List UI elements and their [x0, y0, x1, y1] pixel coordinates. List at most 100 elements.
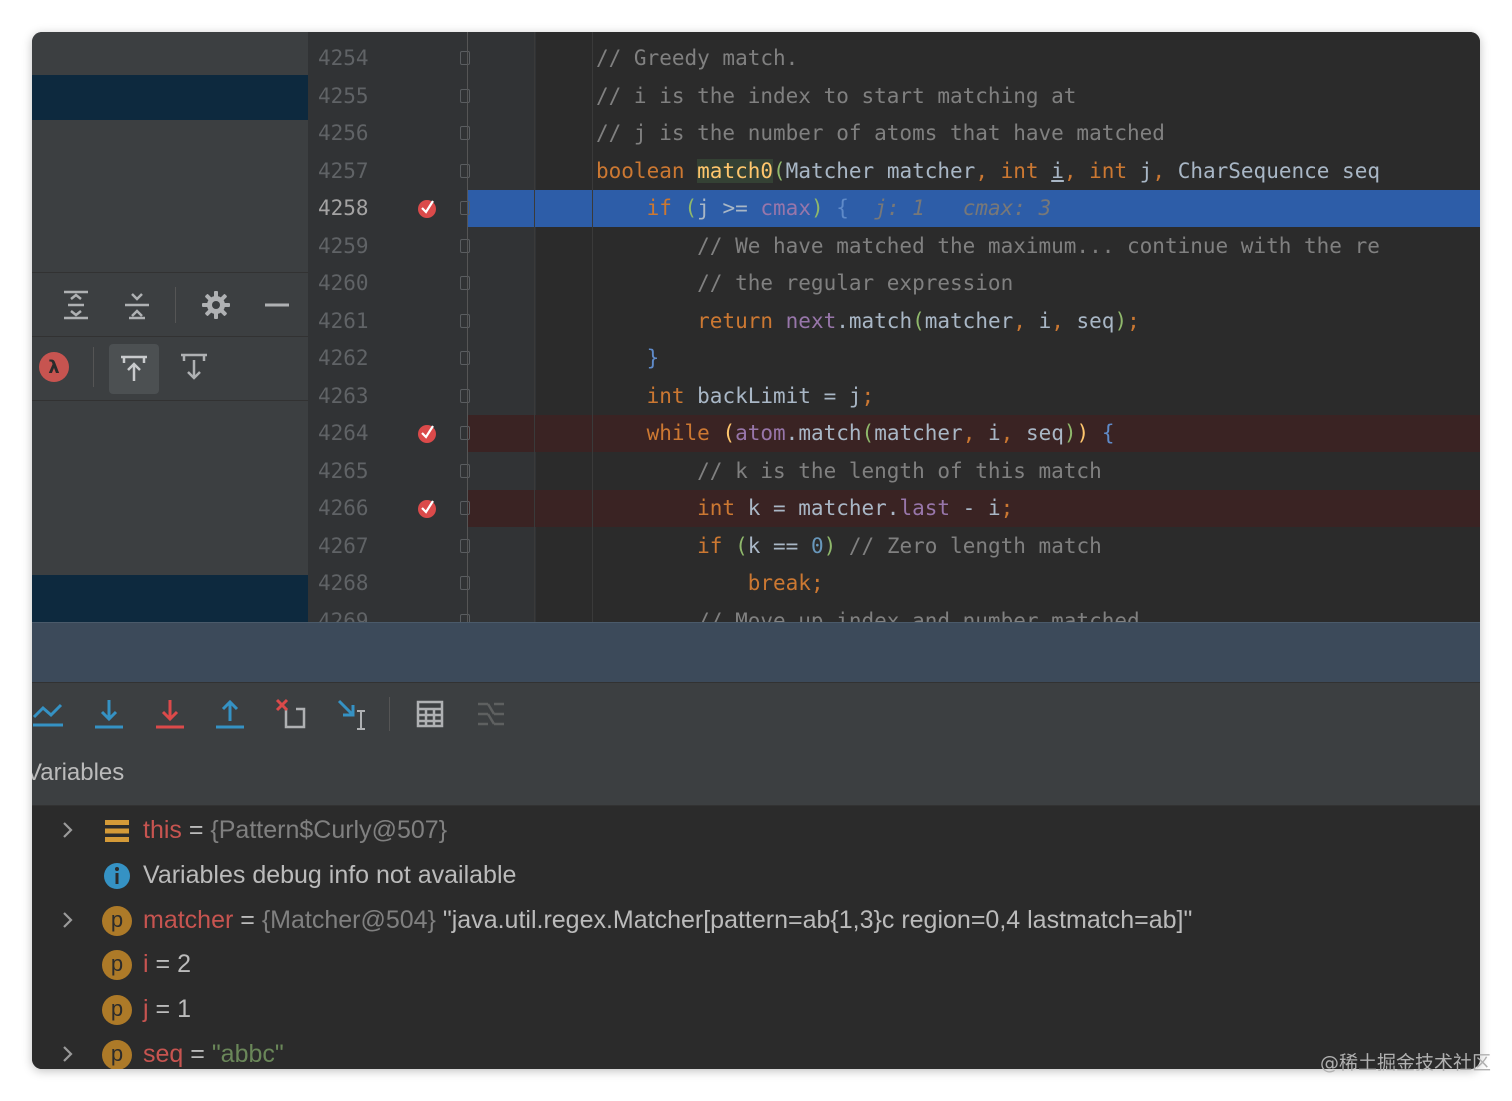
- fold-marker-icon[interactable]: [460, 276, 470, 290]
- line-number[interactable]: 4257: [318, 153, 378, 190]
- step-out-icon[interactable]: [210, 694, 250, 734]
- line-number[interactable]: 4260: [318, 265, 378, 302]
- code-token: boolean: [596, 158, 698, 183]
- code-token: // j is the number of atoms that have ma…: [596, 121, 1165, 145]
- step-out-frame-icon[interactable]: [109, 344, 159, 394]
- code-text: int backLimit = j;: [596, 378, 875, 415]
- fold-marker-icon[interactable]: [460, 313, 470, 328]
- variable-type: {Pattern$Curly@507}: [210, 816, 448, 844]
- line-number[interactable]: 4268: [318, 565, 378, 602]
- code-text: }: [596, 340, 660, 377]
- fold-marker-icon[interactable]: [460, 388, 470, 403]
- fold-marker-icon[interactable]: [460, 538, 470, 553]
- variable-row[interactable]: p seq = "abbc": [32, 1032, 1480, 1069]
- line-number[interactable]: 4267: [318, 528, 378, 565]
- code-editor[interactable]: 4254 // Greedy match. 4255 // i is the inde…: [308, 32, 1480, 622]
- fold-marker-icon[interactable]: [460, 88, 470, 103]
- fold-marker-icon[interactable]: [460, 576, 470, 590]
- line-number[interactable]: 4261: [318, 303, 378, 340]
- line-number[interactable]: 4263: [318, 378, 378, 415]
- collapse-all-icon[interactable]: [117, 285, 157, 325]
- fold-marker-icon[interactable]: [460, 613, 470, 622]
- minimize-icon[interactable]: [257, 285, 297, 325]
- variable-value: 2: [177, 950, 191, 979]
- fold-marker-icon[interactable]: [460, 51, 470, 65]
- line-number[interactable]: 4264: [318, 415, 378, 452]
- line-number[interactable]: 4269: [318, 603, 378, 623]
- chevron-right-icon[interactable]: [60, 910, 76, 930]
- breakpoint-icon[interactable]: [416, 197, 438, 219]
- line-number[interactable]: 4258: [318, 190, 378, 227]
- code-token: atom: [735, 421, 786, 445]
- run-to-cursor-icon[interactable]: [332, 694, 372, 734]
- code-line[interactable]: 4260 // the regular expression: [308, 265, 1480, 302]
- fold-marker-icon[interactable]: [460, 501, 470, 515]
- line-number[interactable]: 4265: [318, 453, 378, 490]
- line-number[interactable]: 4255: [318, 78, 378, 115]
- breakpoint-icon[interactable]: [416, 422, 438, 444]
- line-number[interactable]: 4259: [318, 228, 378, 265]
- code-line[interactable]: 4254 // Greedy match.: [308, 40, 1480, 77]
- breakpoint-icon[interactable]: [416, 497, 438, 519]
- indent-guide: [592, 32, 593, 622]
- drop-frame-icon[interactable]: [271, 694, 311, 734]
- code-line[interactable]: 4265 // k is the length of this match: [308, 453, 1480, 490]
- step-over-icon[interactable]: [89, 694, 129, 734]
- chevron-right-icon[interactable]: [60, 820, 76, 840]
- code-token: int: [596, 496, 748, 520]
- variable-row[interactable]: p matcher = {Matcher@504} "java.util.rege…: [32, 898, 1480, 943]
- line-number[interactable]: 4262: [318, 340, 378, 377]
- code-line[interactable]: 4258 if (j >= cmax) { j: 1 cmax: 3: [308, 190, 1480, 227]
- fold-marker-icon[interactable]: [460, 426, 470, 440]
- code-token: seq: [1076, 308, 1115, 333]
- code-line[interactable]: 4259 // We have matched the maximum... c…: [308, 228, 1480, 265]
- variable-row[interactable]: Variables debug info not available: [32, 853, 1480, 898]
- fold-marker-icon[interactable]: [460, 463, 470, 478]
- code-line[interactable]: 4256 // j is the number of atoms that hav…: [308, 115, 1480, 152]
- variable-row[interactable]: p i = 2: [32, 942, 1480, 987]
- code-line[interactable]: 4264 while (atom.match(matcher, i, seq))…: [308, 415, 1480, 452]
- code-line[interactable]: 4263 int backLimit = j;: [308, 378, 1480, 415]
- code-token: i: [1051, 158, 1064, 183]
- code-token: last: [899, 496, 951, 520]
- code-line[interactable]: 4262 }: [308, 340, 1480, 377]
- code-token: ,: [975, 158, 1001, 183]
- fold-marker-icon[interactable]: [460, 126, 470, 140]
- step-into-icon[interactable]: [150, 694, 190, 734]
- code-line[interactable]: 4257 boolean match0(Matcher matcher, int …: [308, 153, 1480, 190]
- left-selected-row[interactable]: [32, 575, 308, 622]
- show-execution-point-icon[interactable]: [32, 694, 68, 734]
- code-token: // Move up index and number matched: [596, 608, 1140, 623]
- code-line[interactable]: 4268 break;: [308, 565, 1480, 602]
- line-number[interactable]: 4266: [318, 490, 378, 527]
- variable-row[interactable]: this = {Pattern$Curly@507}: [32, 808, 1480, 853]
- code-line[interactable]: 4261 return next.match(matcher, i, seq);: [308, 303, 1480, 340]
- variable-name: this: [143, 816, 182, 844]
- code-token: 0: [810, 533, 824, 558]
- code-line[interactable]: 4269 // Move up index and number matched: [308, 603, 1480, 623]
- expand-all-icon[interactable]: [56, 285, 96, 325]
- lambda-icon[interactable]: λ: [39, 352, 69, 382]
- step-into-frame-icon[interactable]: [174, 347, 214, 387]
- fold-marker-icon[interactable]: [460, 351, 470, 365]
- fold-marker-icon[interactable]: [460, 238, 470, 253]
- code-line[interactable]: 4266 int k = matcher.last - i;: [308, 490, 1480, 527]
- line-number[interactable]: 4254: [318, 40, 378, 77]
- variables-list[interactable]: this = {Pattern$Curly@507} Variables debu…: [32, 806, 1480, 1069]
- code-line[interactable]: 4267 if (k == 0) // Zero length match: [308, 528, 1480, 565]
- code-token: (: [773, 158, 786, 183]
- code-line[interactable]: 4255 // i is the index to start matching …: [308, 78, 1480, 115]
- left-selected-row[interactable]: [32, 75, 308, 120]
- fold-marker-icon[interactable]: [460, 201, 470, 215]
- variable-text: j = 1: [143, 987, 191, 1032]
- gear-icon[interactable]: [196, 285, 236, 325]
- ide-window: λ 4254 // Greedy match. 4255 // i is the in…: [32, 32, 1480, 1069]
- code-token: ,: [1000, 421, 1026, 445]
- evaluate-expression-icon[interactable]: [410, 694, 450, 734]
- variable-row[interactable]: p j = 1: [32, 987, 1480, 1032]
- line-number[interactable]: 4256: [318, 115, 378, 152]
- watermark: @稀土掘金技术社区: [1320, 1052, 1492, 1074]
- code-token: (: [861, 421, 875, 445]
- chevron-right-icon[interactable]: [60, 1044, 76, 1064]
- fold-marker-icon[interactable]: [460, 163, 470, 178]
